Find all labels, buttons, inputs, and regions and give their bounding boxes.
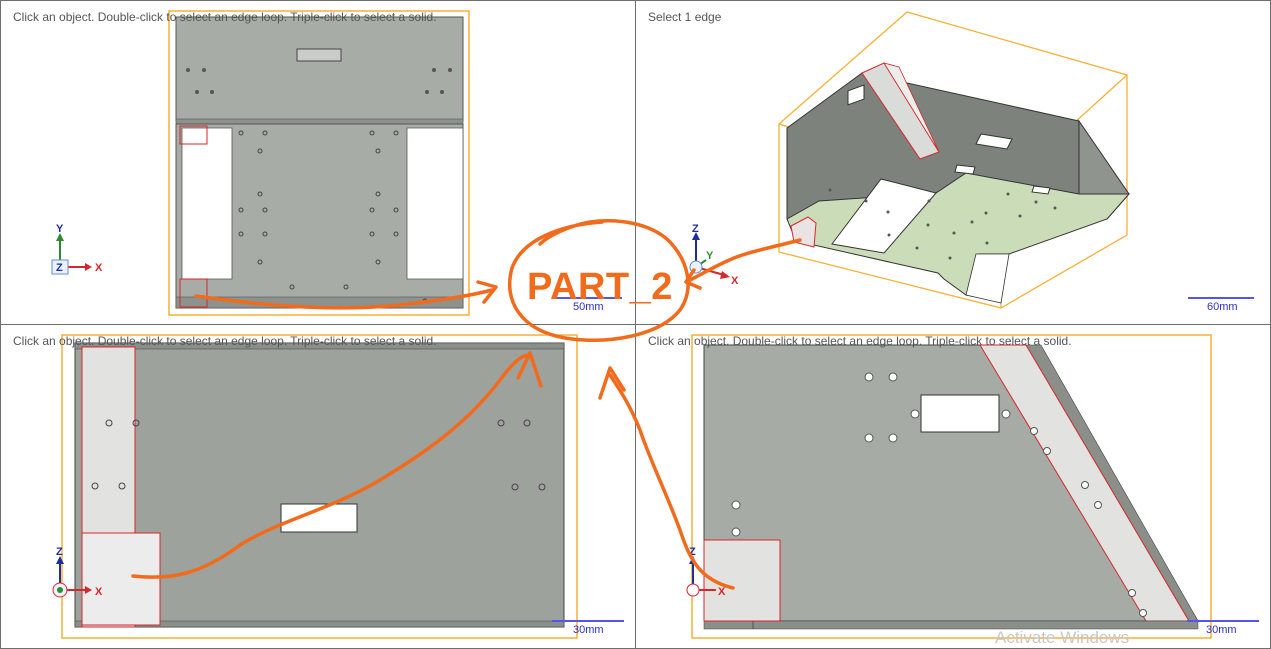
viewport-hint: Click an object. Double-click to select … xyxy=(13,334,437,348)
axis-triad: Y Z X xyxy=(51,223,103,275)
part-annotation-label: PART_2 xyxy=(527,266,673,308)
cutout-left xyxy=(181,127,233,280)
part-flange-top xyxy=(175,16,464,122)
scale-bar xyxy=(552,620,624,622)
scale-label: 30mm xyxy=(1206,624,1237,636)
scale-label: 30mm xyxy=(573,624,604,636)
axis-x-label: X xyxy=(95,262,103,274)
slot-cutout xyxy=(280,503,358,533)
viewport-canvas[interactable]: Z Y X xyxy=(636,1,1271,325)
axis-z-label: Z xyxy=(689,546,696,558)
slot-cutout xyxy=(296,48,342,62)
axis-y-label: Y xyxy=(706,250,714,262)
viewport-top-right[interactable]: Select 1 edge Z Y X 60mm xyxy=(635,0,1271,325)
axis-x-label: X xyxy=(718,586,726,598)
slot-cutout xyxy=(920,394,1000,433)
viewport-canvas[interactable]: Z X xyxy=(636,325,1271,649)
viewport-bottom-left[interactable]: Click an object. Double-click to select … xyxy=(0,324,636,649)
scale-label: 60mm xyxy=(1207,301,1238,313)
axis-triad: Z Y X xyxy=(689,223,739,287)
axis-y-label: Y xyxy=(56,223,64,235)
viewport-hint: Select 1 edge xyxy=(648,10,722,24)
highlighted-tab xyxy=(81,532,161,626)
scale-bar xyxy=(1187,620,1259,622)
viewport-bottom-right[interactable]: Click an object. Double-click to select … xyxy=(635,324,1271,649)
windows-activation-watermark: Activate Windows xyxy=(995,628,1130,647)
axis-x-label: X xyxy=(731,275,739,287)
axis-z-label: Z xyxy=(56,262,63,274)
highlighted-tab xyxy=(703,539,781,622)
scale-bar xyxy=(1188,297,1254,299)
viewport-hint: Click an object. Double-click to select … xyxy=(648,334,1072,348)
viewport-canvas[interactable]: Z X xyxy=(1,325,636,649)
axis-z-label: Z xyxy=(56,546,63,558)
axis-x-label: X xyxy=(95,586,103,598)
axis-z-label: Z xyxy=(692,223,699,235)
cutout-right xyxy=(406,127,464,280)
viewport-hint: Click an object. Double-click to select … xyxy=(13,10,437,24)
